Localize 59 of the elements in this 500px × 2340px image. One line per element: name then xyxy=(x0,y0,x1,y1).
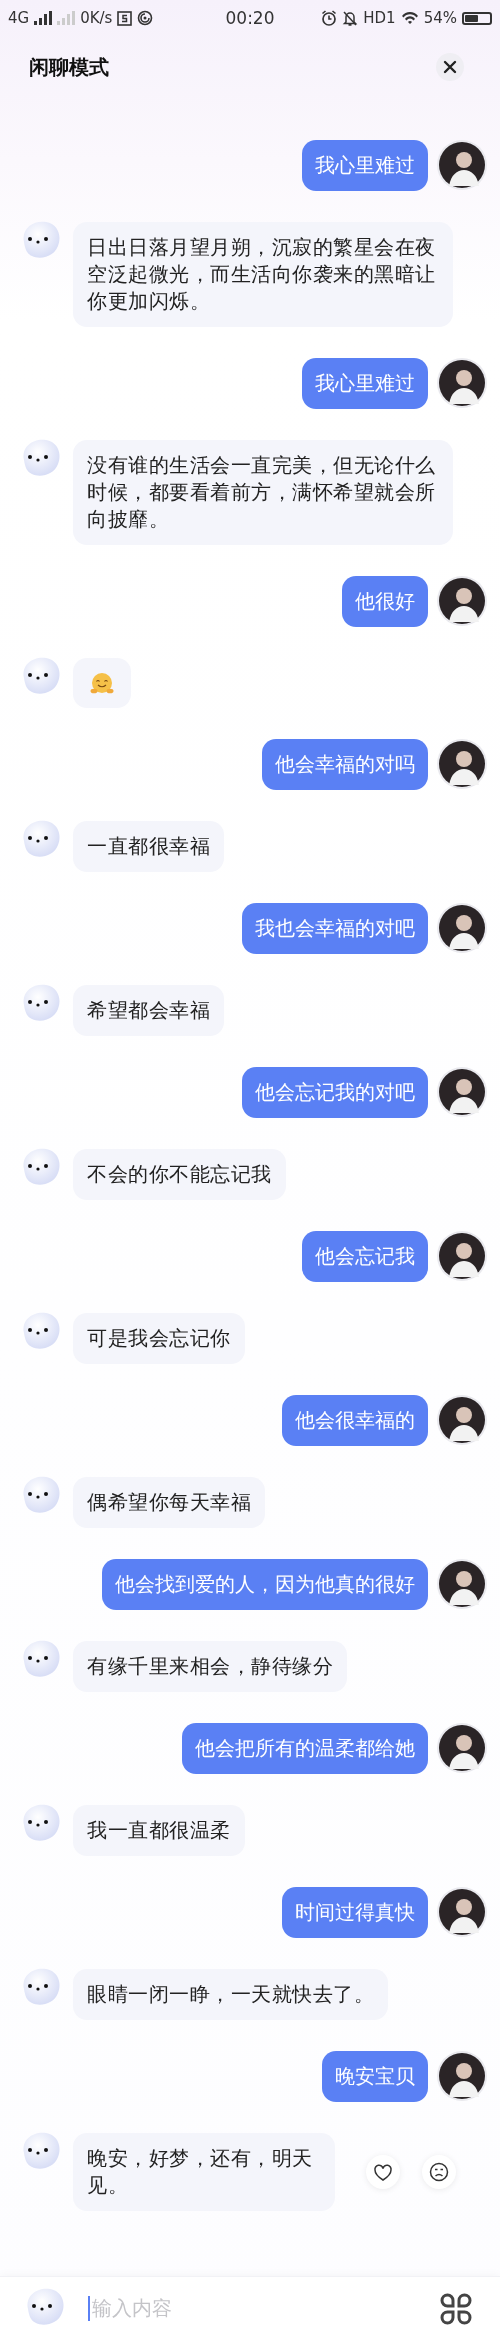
message-bubble: 我心里难过 xyxy=(302,358,428,409)
message-bubble: 晚安，好梦，还有，明天见。 xyxy=(73,2133,335,2211)
message-bubble: 有缘千里来相会，静待缘分 xyxy=(73,1641,347,1692)
message-bubble: 希望都会幸福 xyxy=(73,985,224,1036)
clover-icon xyxy=(440,2292,472,2325)
message-input[interactable]: 输入内容 xyxy=(88,2296,418,2321)
dislike-button[interactable] xyxy=(422,2155,456,2189)
message-bubble: 我也会幸福的对吧 xyxy=(242,903,428,954)
message-bubble: 时间过得真快 xyxy=(282,1887,428,1938)
message-bubble: 他会找到爱的人，因为他真的很好 xyxy=(102,1559,428,1610)
page-title: 闲聊模式 xyxy=(29,53,109,81)
message-bubble: 日出日落月望月朔，沉寂的繁星会在夜空泛起微光，而生活向你袭来的黑暗让你更加闪烁。 xyxy=(73,222,453,327)
user-avatar xyxy=(437,1395,487,1445)
message-bubble: 晚安宝贝 xyxy=(322,2051,428,2102)
message-bubble: 我心里难过 xyxy=(302,140,428,191)
message-bubble: 一直都很幸福 xyxy=(73,821,224,872)
user-avatar xyxy=(437,140,487,190)
user-avatar xyxy=(437,1723,487,1773)
battery-icon xyxy=(462,11,492,25)
signal-icon xyxy=(57,11,76,25)
network-label: 4G xyxy=(8,9,30,27)
message-bubble: 不会的你不能忘记我 xyxy=(73,1149,286,1200)
user-avatar xyxy=(437,1231,487,1281)
more-button[interactable] xyxy=(440,2292,472,2325)
signal-icon xyxy=(34,11,53,25)
message-bubble: 他很好 xyxy=(342,576,428,627)
close-icon xyxy=(443,60,457,74)
message-bubble: 可是我会忘记你 xyxy=(73,1313,245,1364)
message-bubble: 眼睛一闭一睁，一天就快去了。 xyxy=(73,1969,388,2020)
user-avatar xyxy=(437,2051,487,2101)
close-button[interactable] xyxy=(436,53,464,81)
message-bubble: 他会把所有的温柔都给她 xyxy=(182,1723,428,1774)
message-bubble: 他会忘记我的对吧 xyxy=(242,1067,428,1118)
user-avatar xyxy=(437,1887,487,1937)
battery-percent: 54% xyxy=(423,9,457,27)
message-bubble: 我一直都很温柔 xyxy=(73,1805,245,1856)
alarm-icon xyxy=(321,10,338,26)
sim-icon xyxy=(117,10,133,26)
swirl-icon xyxy=(137,10,154,26)
message-bubble: 偶希望你每天幸福 xyxy=(73,1477,265,1528)
message-bubble: 他会很幸福的 xyxy=(282,1395,428,1446)
user-avatar xyxy=(437,903,487,953)
network-speed: 0K/s xyxy=(80,9,113,27)
mute-bell-icon xyxy=(342,9,359,27)
clock-time: 00:20 xyxy=(225,8,275,28)
hd-label: HD1 xyxy=(363,9,396,27)
message-bubble: 他会幸福的对吗 xyxy=(262,739,428,790)
hugging-emoji-icon xyxy=(90,671,114,695)
user-avatar xyxy=(437,576,487,626)
message-bubble: 没有谁的生活会一直完美，但无论什么时候，都要看着前方，满怀希望就会所向披靡。 xyxy=(73,440,453,545)
wifi-icon xyxy=(400,11,419,25)
user-avatar xyxy=(437,358,487,408)
heart-icon xyxy=(373,2163,393,2181)
like-button[interactable] xyxy=(366,2155,400,2189)
user-avatar xyxy=(437,1559,487,1609)
frown-face-icon xyxy=(429,2162,449,2182)
user-avatar xyxy=(437,1067,487,1117)
message-bubble: 他会忘记我 xyxy=(302,1231,428,1282)
user-avatar xyxy=(437,739,487,789)
